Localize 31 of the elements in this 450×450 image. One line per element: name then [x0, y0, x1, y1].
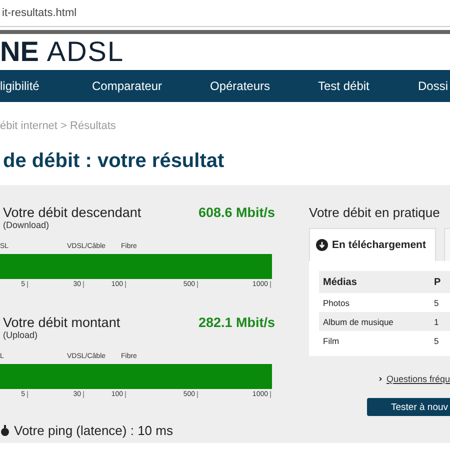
column-header: Médias [323, 276, 358, 288]
faq-link[interactable]: Questions fréqu [386, 374, 450, 384]
ping-text: Votre ping (latence) : 10 ms [14, 423, 173, 438]
chevron-icon [379, 375, 382, 383]
breadcrumb: ébit internet > Résultats [0, 120, 117, 134]
logo-text: NE [0, 36, 39, 68]
download-icon [316, 239, 328, 251]
nav-link[interactable]: Comparateur [92, 79, 164, 93]
table-cell-text: Film [323, 336, 340, 346]
nav-link[interactable]: Dossi [418, 79, 450, 93]
speed-subtitle: (Download) [2, 220, 50, 232]
table-cell-text: 5 [434, 298, 440, 308]
nav-link[interactable]: Test débit [318, 79, 372, 93]
logo-text: ADSL [46, 36, 124, 68]
retest-button[interactable]: Tester à nouv [367, 398, 450, 416]
section-title: Votre débit en pratique [309, 205, 441, 220]
speed-value: 608.6 Mbit/s [198, 205, 275, 220]
table-cell-text: Album de musique [323, 316, 394, 326]
stopwatch-icon [0, 424, 10, 436]
table-cell-text: 1 [434, 316, 440, 326]
speed-value: 282.1 Mbit/s [198, 315, 275, 330]
nav-link[interactable]: ligibilité [0, 79, 42, 93]
speed-title: Votre débit descendant [3, 205, 142, 220]
speed-subtitle: (Upload) [2, 330, 39, 342]
table-cell-text: 5 [434, 336, 440, 346]
speed-title: Votre débit montant [3, 315, 120, 330]
tab[interactable]: En téléchargement [309, 228, 436, 261]
page-title: de débit : votre résultat [3, 150, 226, 173]
nav-link[interactable]: Opérateurs [210, 79, 272, 93]
column-header: P [434, 276, 442, 288]
table-cell-text: Photos [323, 298, 350, 308]
